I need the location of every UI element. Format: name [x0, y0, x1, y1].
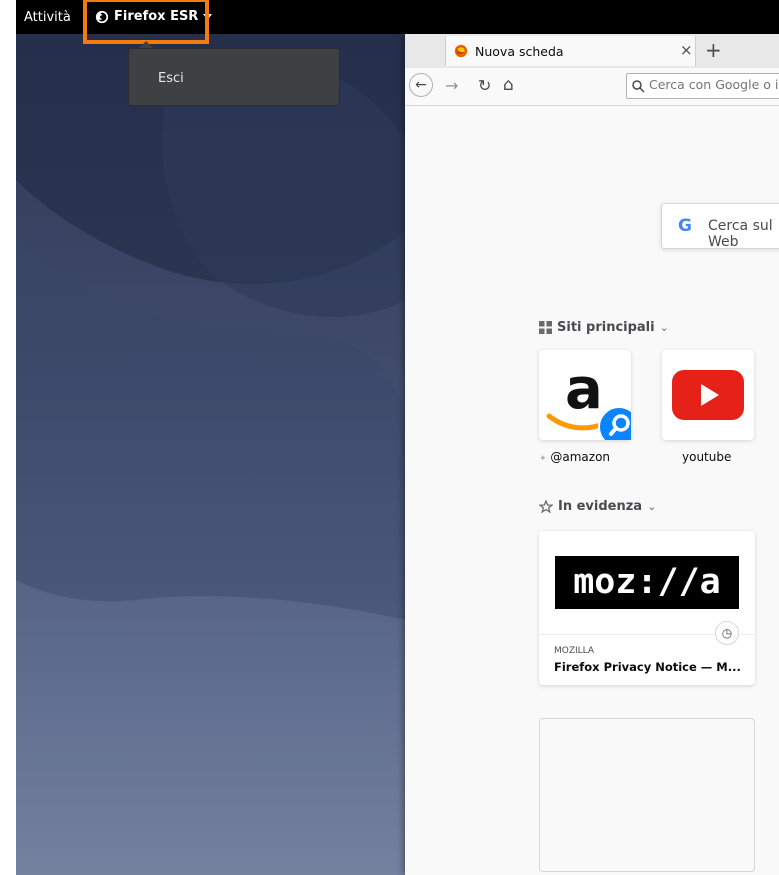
- menu-item-quit[interactable]: Esci: [158, 71, 184, 86]
- card-title: Firefox Privacy Notice — M...: [554, 660, 741, 674]
- back-button[interactable]: ←: [409, 73, 433, 97]
- app-menu-label: Firefox ESR: [114, 9, 199, 24]
- chevron-down-icon: ⌄: [659, 321, 669, 334]
- forward-button[interactable]: →: [445, 76, 458, 95]
- navigation-toolbar: ← → ↻ ⌂: [405, 68, 779, 106]
- reload-button[interactable]: ↻: [478, 76, 491, 95]
- tab-bar: Nuova scheda × +: [405, 34, 779, 68]
- top-bar: Attività Firefox ESR: [16, 0, 779, 34]
- pin-icon: ✦: [539, 454, 547, 464]
- tab-title: Nuova scheda: [475, 44, 564, 59]
- svg-text:a: a: [565, 357, 603, 422]
- top-sites-header[interactable]: Siti principali ⌄: [539, 320, 669, 335]
- clock-icon: ◷: [715, 621, 739, 645]
- tab-new-tab[interactable]: Nuova scheda ×: [445, 36, 696, 66]
- search-box-placeholder: Cerca sul Web: [708, 218, 773, 250]
- new-tab-button[interactable]: +: [705, 38, 722, 62]
- youtube-logo-icon: [672, 370, 744, 420]
- mozilla-logo: moz://a: [555, 556, 739, 609]
- top-site-label-youtube: youtube: [682, 450, 732, 464]
- close-tab-icon[interactable]: ×: [680, 41, 693, 59]
- grid-icon: [539, 321, 552, 334]
- google-logo-icon: G: [678, 216, 692, 236]
- top-site-label-text: @amazon: [550, 450, 611, 464]
- top-site-tile-amazon[interactable]: a: [539, 350, 640, 448]
- top-site-tile-youtube[interactable]: [662, 350, 754, 440]
- highlights-title: In evidenza: [558, 499, 643, 514]
- app-menu-popup: Esci: [128, 48, 340, 106]
- firefox-icon: [454, 44, 468, 58]
- activities-button[interactable]: Attività: [24, 10, 71, 25]
- top-site-label-amazon: ✦ @amazon: [539, 450, 610, 464]
- triangle-down-icon: [203, 13, 213, 20]
- url-input[interactable]: [649, 77, 779, 92]
- top-sites-title: Siti principali: [557, 320, 655, 335]
- url-bar[interactable]: [626, 73, 779, 99]
- web-search-box[interactable]: G Cerca sul Web: [661, 203, 779, 250]
- amazon-logo-icon: a: [546, 357, 640, 448]
- home-button[interactable]: ⌂: [503, 75, 514, 95]
- app-menu-button[interactable]: Firefox ESR: [95, 9, 213, 24]
- chevron-down-icon: ⌄: [647, 500, 657, 513]
- search-icon: [632, 80, 645, 93]
- highlights-header[interactable]: In evidenza ⌄: [539, 499, 656, 514]
- new-tab-page: G Cerca sul Web Siti principali ⌄ a ✦ @a…: [405, 106, 779, 875]
- highlight-card-placeholder: [539, 718, 755, 872]
- card-source: MOZILLA: [554, 646, 595, 656]
- highlights-icon: [539, 500, 553, 513]
- firefox-window: Nuova scheda × + ← → ↻ ⌂ G Cerca sul Web: [405, 34, 779, 875]
- highlight-card[interactable]: moz://a ◷ MOZILLA Firefox Privacy Notice…: [539, 531, 755, 685]
- firefox-icon: [95, 10, 109, 23]
